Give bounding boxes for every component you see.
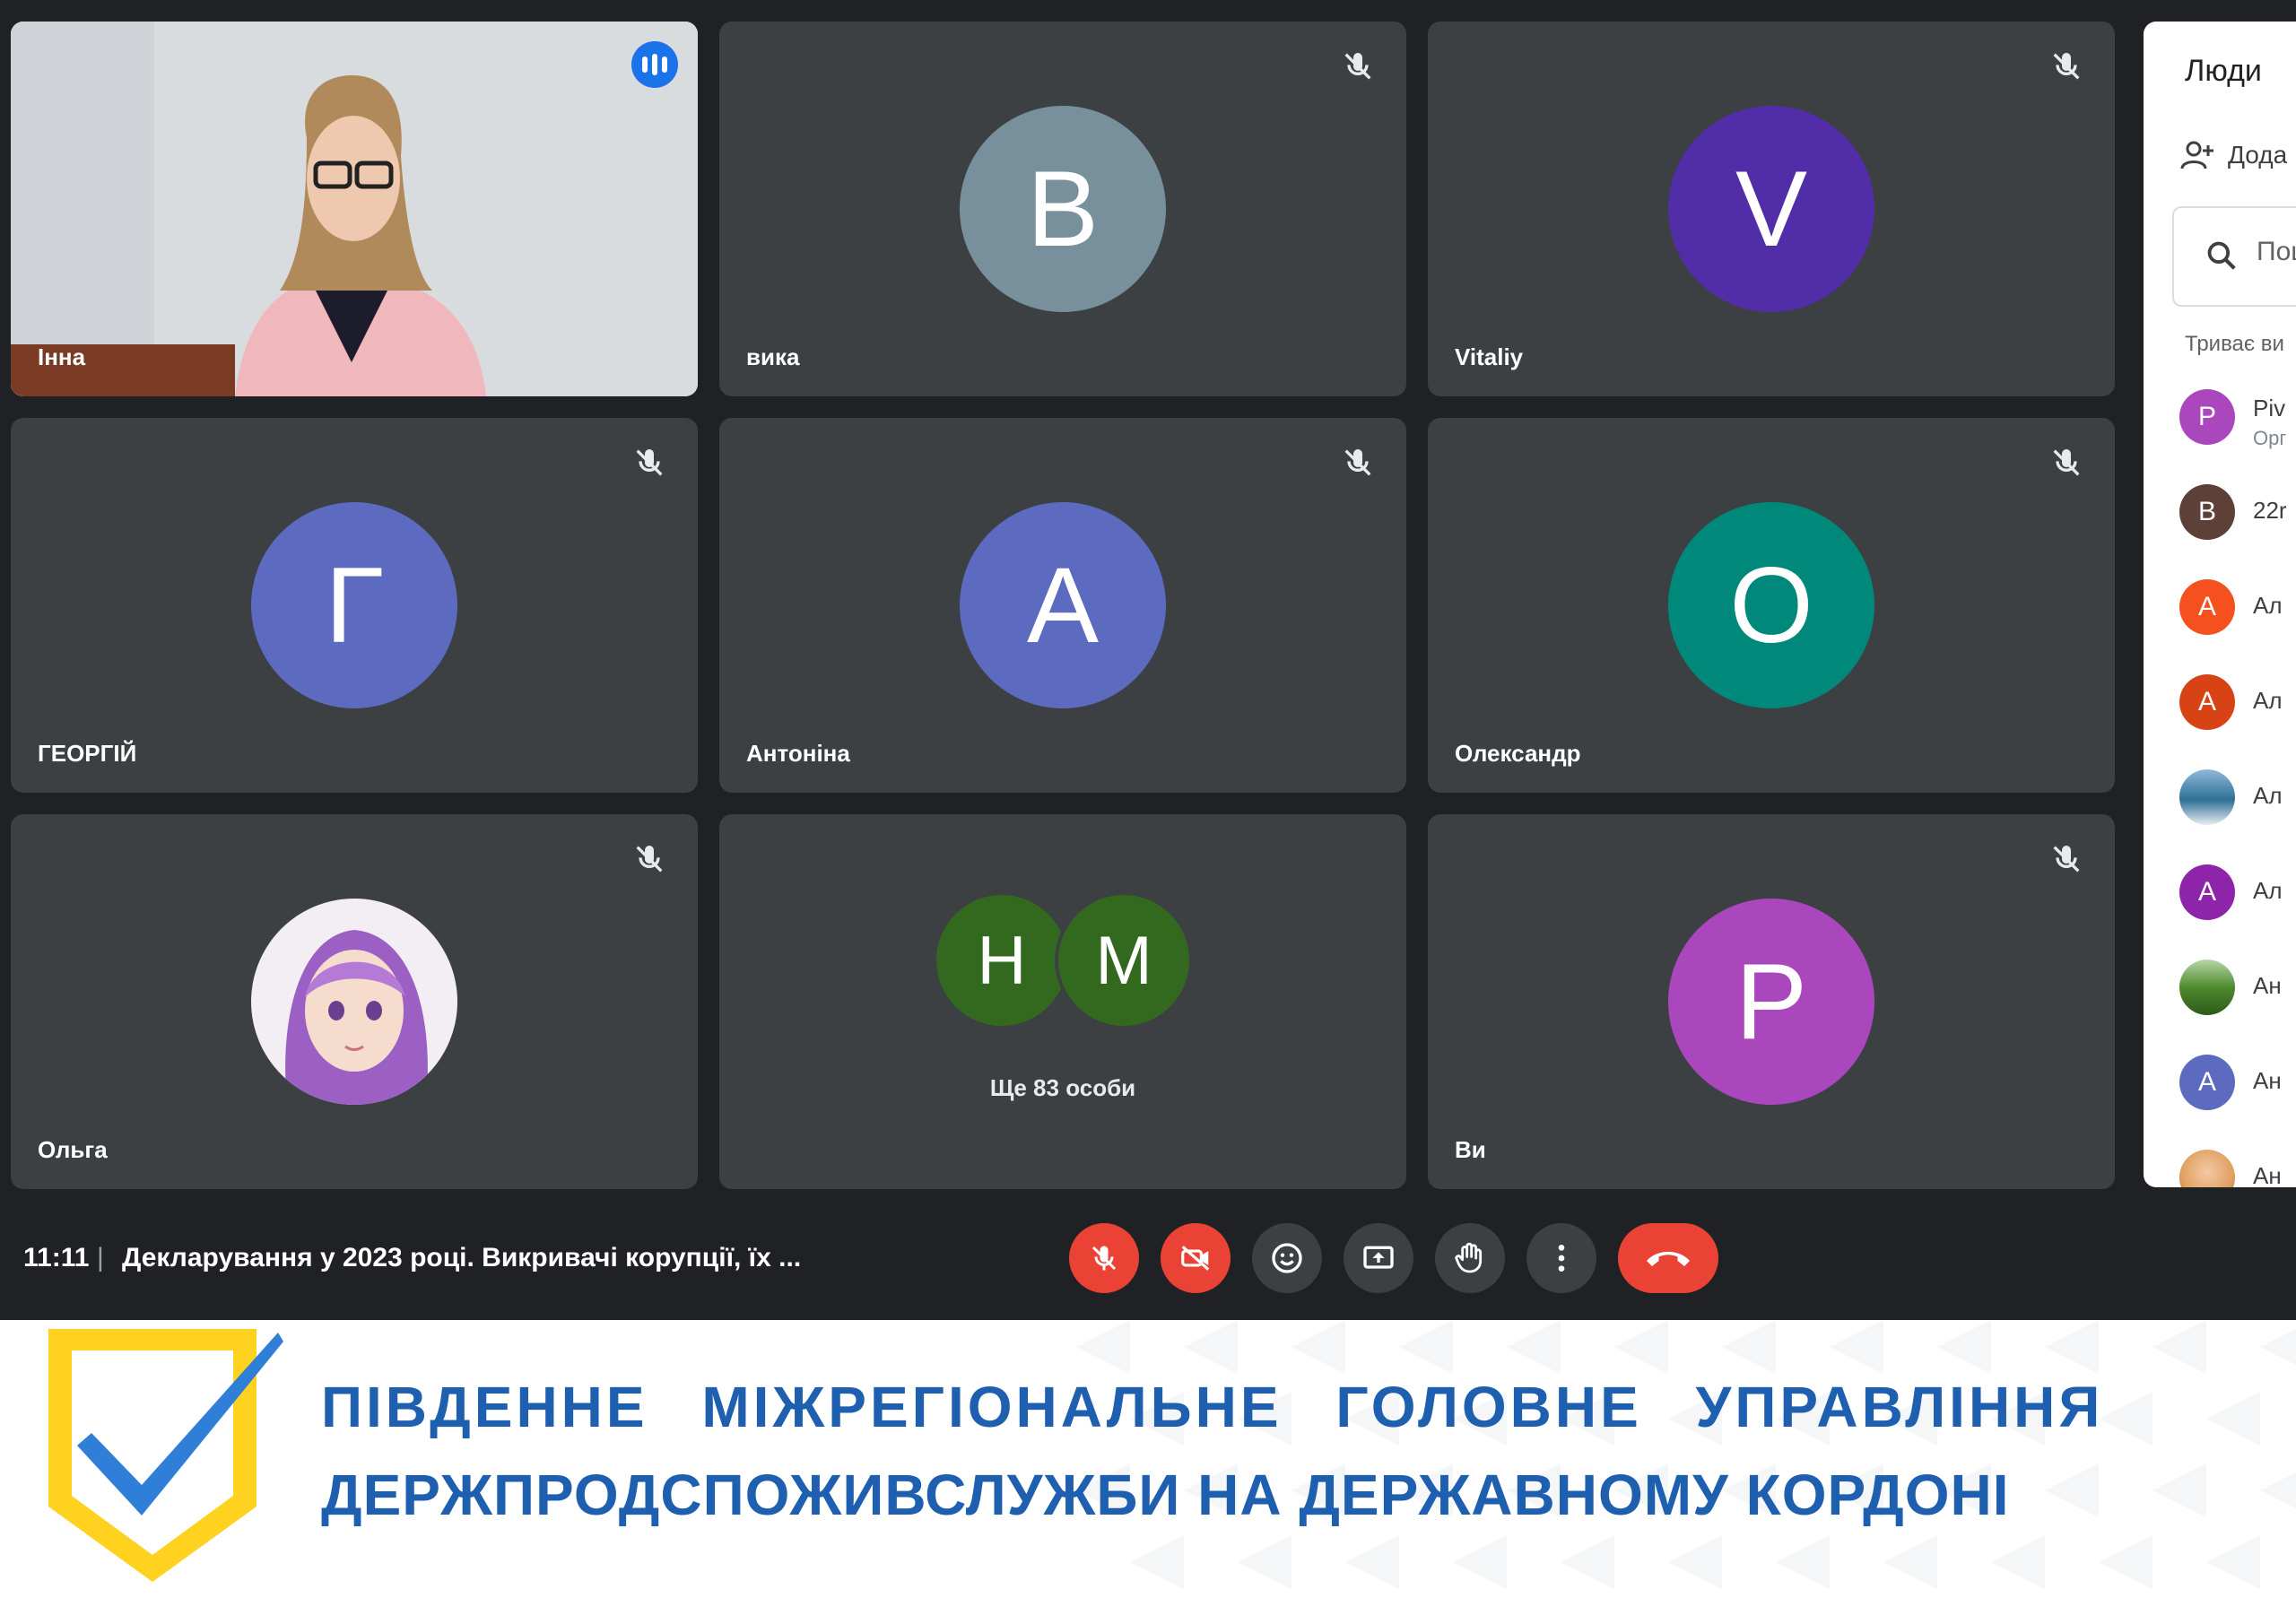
participant-avatar: А <box>2179 674 2235 730</box>
speaking-indicator-icon <box>631 41 678 88</box>
participant-name: Ал <box>2253 877 2283 904</box>
present-screen-button[interactable] <box>1344 1223 1413 1293</box>
raise-hand-icon <box>1455 1242 1483 1273</box>
others-tile[interactable]: Н М Ще 83 особи <box>719 814 1406 1189</box>
participant-name: Ал <box>2253 687 2283 714</box>
participant-avatar: B <box>960 106 1166 312</box>
separator: | <box>97 1243 104 1272</box>
add-people-label: Дода <box>2228 141 2288 169</box>
people-list-item[interactable]: Ан <box>2179 1150 2296 1187</box>
people-list-item[interactable]: А Ан <box>2179 1055 2296 1112</box>
people-list-item[interactable]: Ал <box>2179 769 2296 827</box>
participant-name: ГЕОРГІЙ <box>38 740 137 767</box>
participant-tile[interactable]: P Ви <box>1428 814 2115 1189</box>
presenter-video-icon <box>11 22 698 396</box>
banner-title-line1: ПІВДЕННЕ МІЖРЕГІОНАЛЬНЕ ГОЛОВНЕ УПРАВЛІН… <box>321 1375 2104 1439</box>
participant-tile[interactable]: Г ГЕОРГІЙ <box>11 418 698 793</box>
mic-off-icon <box>1091 1246 1117 1271</box>
people-list-item[interactable]: А Ал <box>2179 674 2296 732</box>
meeting-title: Декларування у 2023 році. Викривачі кору… <box>122 1243 802 1272</box>
participant-avatar: B <box>2179 484 2235 540</box>
mic-off-icon <box>1344 449 1371 476</box>
shield-check-logo-icon <box>48 1329 283 1582</box>
participant-tile[interactable]: V Vitaliy <box>1428 22 2115 396</box>
raise-hand-button[interactable] <box>1435 1223 1505 1293</box>
participant-name: Vitaliy <box>1455 343 1524 370</box>
participant-name: Інна <box>38 343 86 370</box>
participant-photo-icon <box>2179 1150 2235 1187</box>
participant-name: Олександр <box>1455 740 1581 767</box>
meeting-time: 11:11 <box>23 1243 90 1272</box>
reactions-button[interactable] <box>1252 1223 1322 1293</box>
participant-name: Ал <box>2253 592 2283 619</box>
participant-photo-avatar-icon <box>251 899 457 1105</box>
participant-tile[interactable]: Інна <box>11 22 698 396</box>
people-panel: Люди Дода Пош Триває ви P Piv Орг B 22r … <box>2144 22 2296 1187</box>
participant-avatar: P <box>1668 899 1874 1105</box>
end-call-icon <box>1647 1251 1690 1266</box>
more-options-icon <box>1558 1245 1565 1272</box>
banner-title-line2: ДЕРЖПРОДСПОЖИВСЛУЖБИ НА ДЕРЖАВНОМУ КОРДО… <box>321 1463 2010 1527</box>
participant-name: Ан <box>2253 1162 2282 1187</box>
participant-photo-icon <box>2179 960 2235 1015</box>
more-options-button[interactable] <box>1526 1223 1596 1293</box>
participant-role: Орг <box>2253 427 2287 449</box>
mic-off-icon <box>2053 53 2080 80</box>
participant-name: 22r <box>2253 497 2287 524</box>
present-screen-icon <box>1363 1246 1394 1269</box>
participant-tile[interactable]: О Олександр <box>1428 418 2115 793</box>
mic-off-icon <box>636 846 663 873</box>
participant-name: Piv <box>2253 395 2286 421</box>
participant-tile[interactable]: B вика <box>719 22 1406 396</box>
participant-avatar: P <box>2179 389 2235 445</box>
panel-title: Люди <box>2185 54 2262 88</box>
people-list-item[interactable]: Ан <box>2179 960 2296 1017</box>
add-person-icon <box>2180 141 2213 169</box>
mic-off-icon <box>2053 449 2080 476</box>
participant-avatar: Н <box>936 895 1067 1026</box>
camera-off-icon <box>1181 1246 1210 1271</box>
participant-photo-icon <box>2179 769 2235 825</box>
participant-avatar: А <box>2179 579 2235 635</box>
mic-toggle-button[interactable] <box>1069 1223 1139 1293</box>
participant-name: Антоніна <box>746 740 850 767</box>
participant-name: Ал <box>2253 782 2283 809</box>
search-people-input[interactable]: Пош <box>2172 206 2296 307</box>
participant-avatar: Г <box>251 502 457 708</box>
camera-toggle-button[interactable] <box>1161 1223 1231 1293</box>
search-placeholder: Пош <box>2257 237 2296 266</box>
participant-video <box>11 22 698 396</box>
participant-avatar: М <box>1058 895 1189 1026</box>
participant-avatar: А <box>960 502 1166 708</box>
section-label: Триває ви <box>2185 332 2284 356</box>
participant-tile[interactable]: А Антоніна <box>719 418 1406 793</box>
participant-tile[interactable]: Ольга <box>11 814 698 1189</box>
participant-avatar: А <box>2179 864 2235 920</box>
more-participants-label: Ще 83 особи <box>989 1074 1136 1101</box>
end-call-button[interactable] <box>1618 1223 1718 1293</box>
search-icon <box>2207 241 2236 270</box>
mic-off-icon <box>636 449 663 476</box>
people-list-item[interactable]: А Ал <box>2179 864 2296 922</box>
meet-window: Інна B вика V Vitaliy Г ГЕОРГІЙ А Антоні… <box>0 0 2296 1320</box>
mic-off-icon <box>1344 53 1371 80</box>
mic-off-icon <box>2053 846 2080 873</box>
people-list-item[interactable]: P Piv Орг <box>2179 389 2296 449</box>
people-list-item[interactable]: B 22r <box>2179 484 2296 542</box>
participant-name: Ви <box>1455 1136 1486 1163</box>
participant-name: Ан <box>2253 972 2282 999</box>
participant-avatar: V <box>1668 106 1874 312</box>
participant-avatar: О <box>1668 502 1874 708</box>
participant-name: Ан <box>2253 1067 2282 1094</box>
participant-avatar: А <box>2179 1055 2235 1110</box>
people-list-item[interactable]: А Ал <box>2179 579 2296 637</box>
add-people-button[interactable]: Дода <box>2179 140 2287 170</box>
emoji-icon <box>1272 1243 1302 1273</box>
participant-name: Ольга <box>38 1136 108 1163</box>
participant-name: вика <box>746 343 800 370</box>
